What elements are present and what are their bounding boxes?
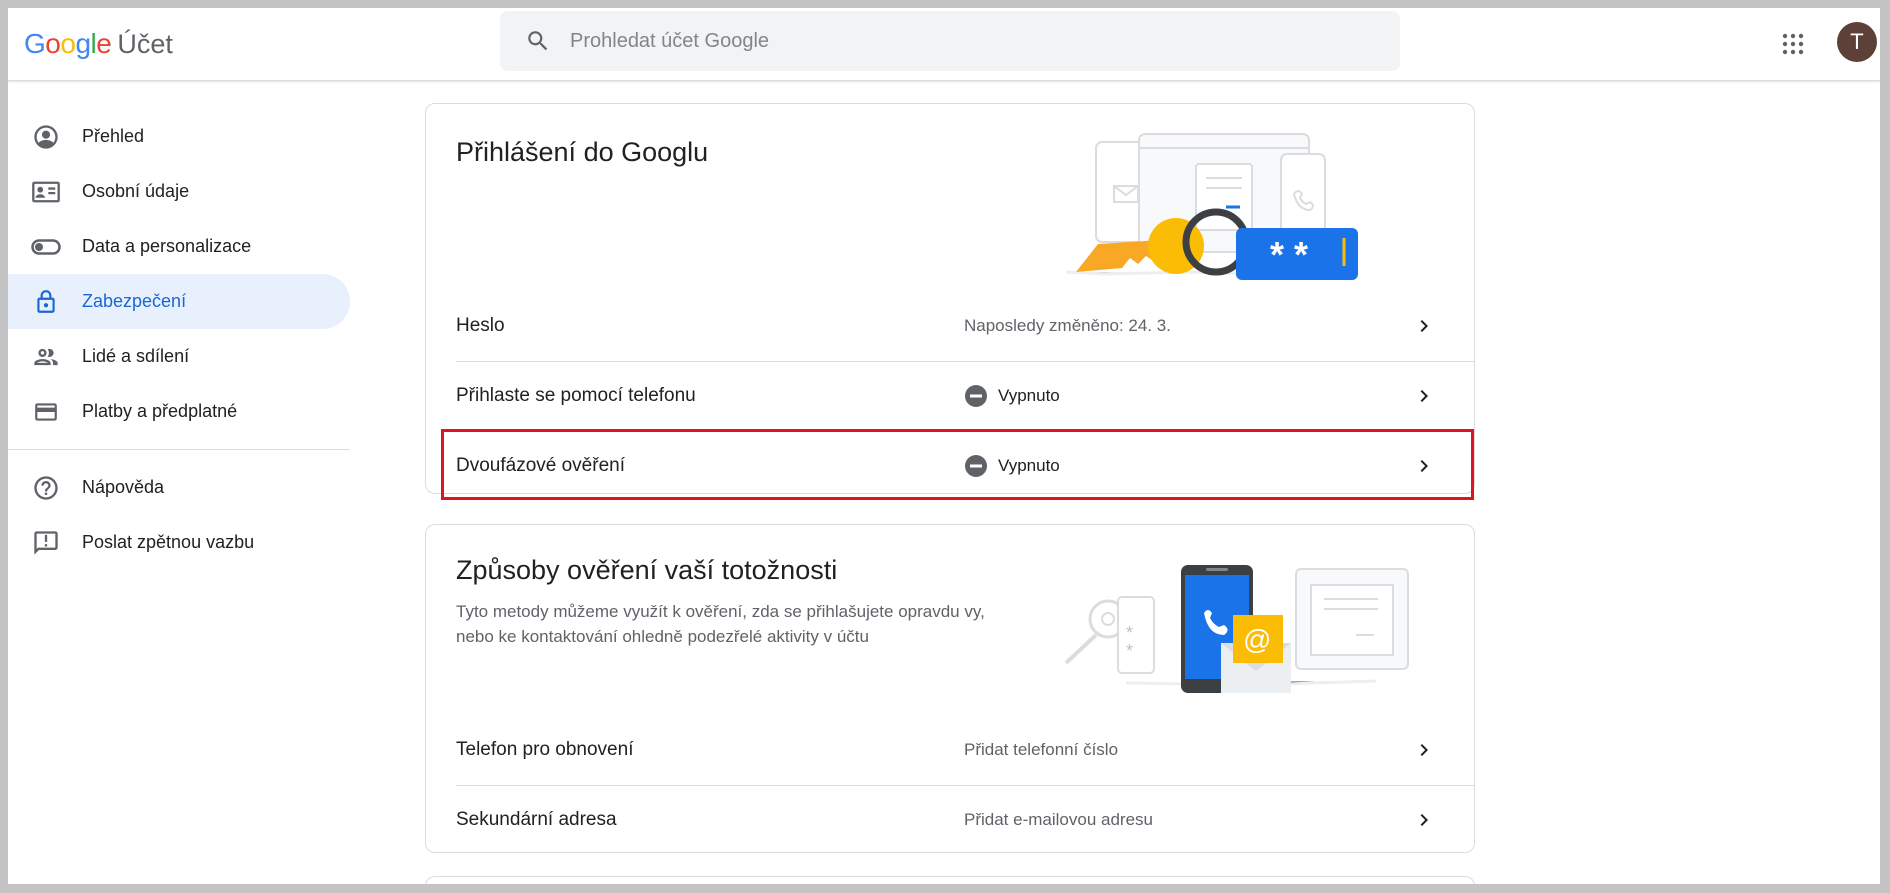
account-avatar[interactable]: T	[1837, 22, 1877, 62]
two-step-verification-row[interactable]: Dvoufázové ověření Vypnuto	[426, 431, 1474, 493]
credit-card-icon	[30, 396, 62, 428]
card-title: Přihlášení do Googlu	[456, 137, 709, 167]
row-label: Dvoufázové ověření	[456, 455, 625, 476]
disabled-icon	[965, 455, 987, 477]
sidebar-item-label: Přehled	[82, 126, 145, 146]
password-row[interactable]: Heslo Naposledy změněno: 24. 3.	[426, 291, 1474, 361]
sidebar-item-label: Poslat zpětnou vazbu	[82, 532, 255, 552]
sidebar-nav: Přehled Osobní údaje Data a personalizac…	[8, 109, 350, 570]
product-name: Účet	[117, 29, 173, 59]
verification-illustration: * * @	[1064, 565, 1409, 693]
row-label: Telefon pro obnovení	[456, 739, 634, 760]
chevron-right-icon	[1412, 384, 1436, 408]
row-value: Vypnuto	[964, 454, 1060, 478]
lock-icon	[30, 286, 62, 318]
chevron-right-icon	[1412, 454, 1436, 478]
recovery-phone-row[interactable]: Telefon pro obnovení Přidat telefonní čí…	[426, 715, 1474, 785]
sidebar-item-data-personalizace[interactable]: Data a personalizace	[8, 219, 350, 274]
sidebar-item-prehled[interactable]: Přehled	[8, 109, 350, 164]
sidebar-item-label: Platby a předplatné	[82, 401, 238, 421]
svg-text:*: *	[1126, 623, 1133, 643]
svg-text:@: @	[1243, 624, 1271, 655]
chevron-right-icon	[1412, 738, 1436, 762]
svg-text:*: *	[1126, 641, 1133, 661]
toggle-icon	[30, 231, 62, 263]
row-label: Přihlaste se pomocí telefonu	[456, 385, 696, 406]
sidebar-item-label: Data a personalizace	[82, 236, 252, 256]
svg-text:* *: * *	[1270, 234, 1308, 275]
app-header: Google Účet T	[8, 8, 1880, 81]
signin-card: Přihlášení do Googlu * * Heslo Naposledy…	[425, 103, 1475, 494]
signin-illustration: * *	[1066, 133, 1358, 280]
status-text: Vypnuto	[998, 386, 1060, 405]
google-wordmark: Google	[24, 28, 112, 59]
sidebar-item-label: Osobní údaje	[82, 181, 190, 201]
sidebar-item-platby[interactable]: Platby a předplatné	[8, 384, 350, 439]
sidebar-item-napoveda[interactable]: Nápověda	[8, 460, 350, 515]
sidebar-divider	[8, 449, 350, 450]
row-label: Sekundární adresa	[456, 809, 617, 830]
status-text: Vypnuto	[998, 456, 1060, 475]
sidebar-item-feedback[interactable]: Poslat zpětnou vazbu	[8, 515, 350, 570]
people-icon	[30, 341, 62, 373]
next-card-partial	[425, 876, 1475, 884]
browser-viewport: Google Účet T Přehled Osobní údaje	[8, 8, 1880, 884]
row-value: Přidat e-mailovou adresu	[964, 810, 1153, 829]
sidebar-item-label: Zabezpečení	[82, 291, 187, 311]
account-circle-icon	[30, 121, 62, 153]
search-bar[interactable]	[500, 11, 1400, 71]
sidebar-item-label: Nápověda	[82, 477, 165, 497]
id-card-icon	[30, 176, 62, 208]
apps-grid-icon[interactable]	[1771, 22, 1815, 66]
sidebar-item-osobni-udaje[interactable]: Osobní údaje	[8, 164, 350, 219]
search-input[interactable]	[570, 29, 1330, 53]
row-label: Heslo	[456, 315, 505, 336]
phone-signin-row[interactable]: Přihlaste se pomocí telefonu Vypnuto	[426, 361, 1474, 431]
search-icon[interactable]	[508, 11, 568, 71]
disabled-icon	[965, 385, 987, 407]
feedback-icon	[30, 527, 62, 559]
row-value: Naposledy změněno: 24. 3.	[964, 316, 1171, 335]
help-icon	[30, 472, 62, 504]
row-value: Vypnuto	[964, 384, 1060, 408]
recovery-email-row[interactable]: Sekundární adresa Přidat e-mailovou adre…	[426, 785, 1474, 852]
card-title: Způsoby ověření vaší totožnosti	[456, 555, 838, 585]
sidebar-item-label: Lidé a sdílení	[82, 346, 190, 366]
google-account-logo[interactable]: Google Účet	[24, 28, 173, 60]
sidebar-item-lide-sdileni[interactable]: Lidé a sdílení	[8, 329, 350, 384]
chevron-right-icon	[1412, 808, 1436, 832]
sidebar-item-zabezpeceni[interactable]: Zabezpečení	[8, 274, 350, 329]
chevron-right-icon	[1412, 314, 1436, 338]
row-value: Přidat telefonní číslo	[964, 740, 1119, 759]
card-description: Tyto metody můžeme využít k ověření, zda…	[456, 602, 985, 646]
verification-methods-card: Způsoby ověření vaší totožnosti Tyto met…	[425, 524, 1475, 853]
